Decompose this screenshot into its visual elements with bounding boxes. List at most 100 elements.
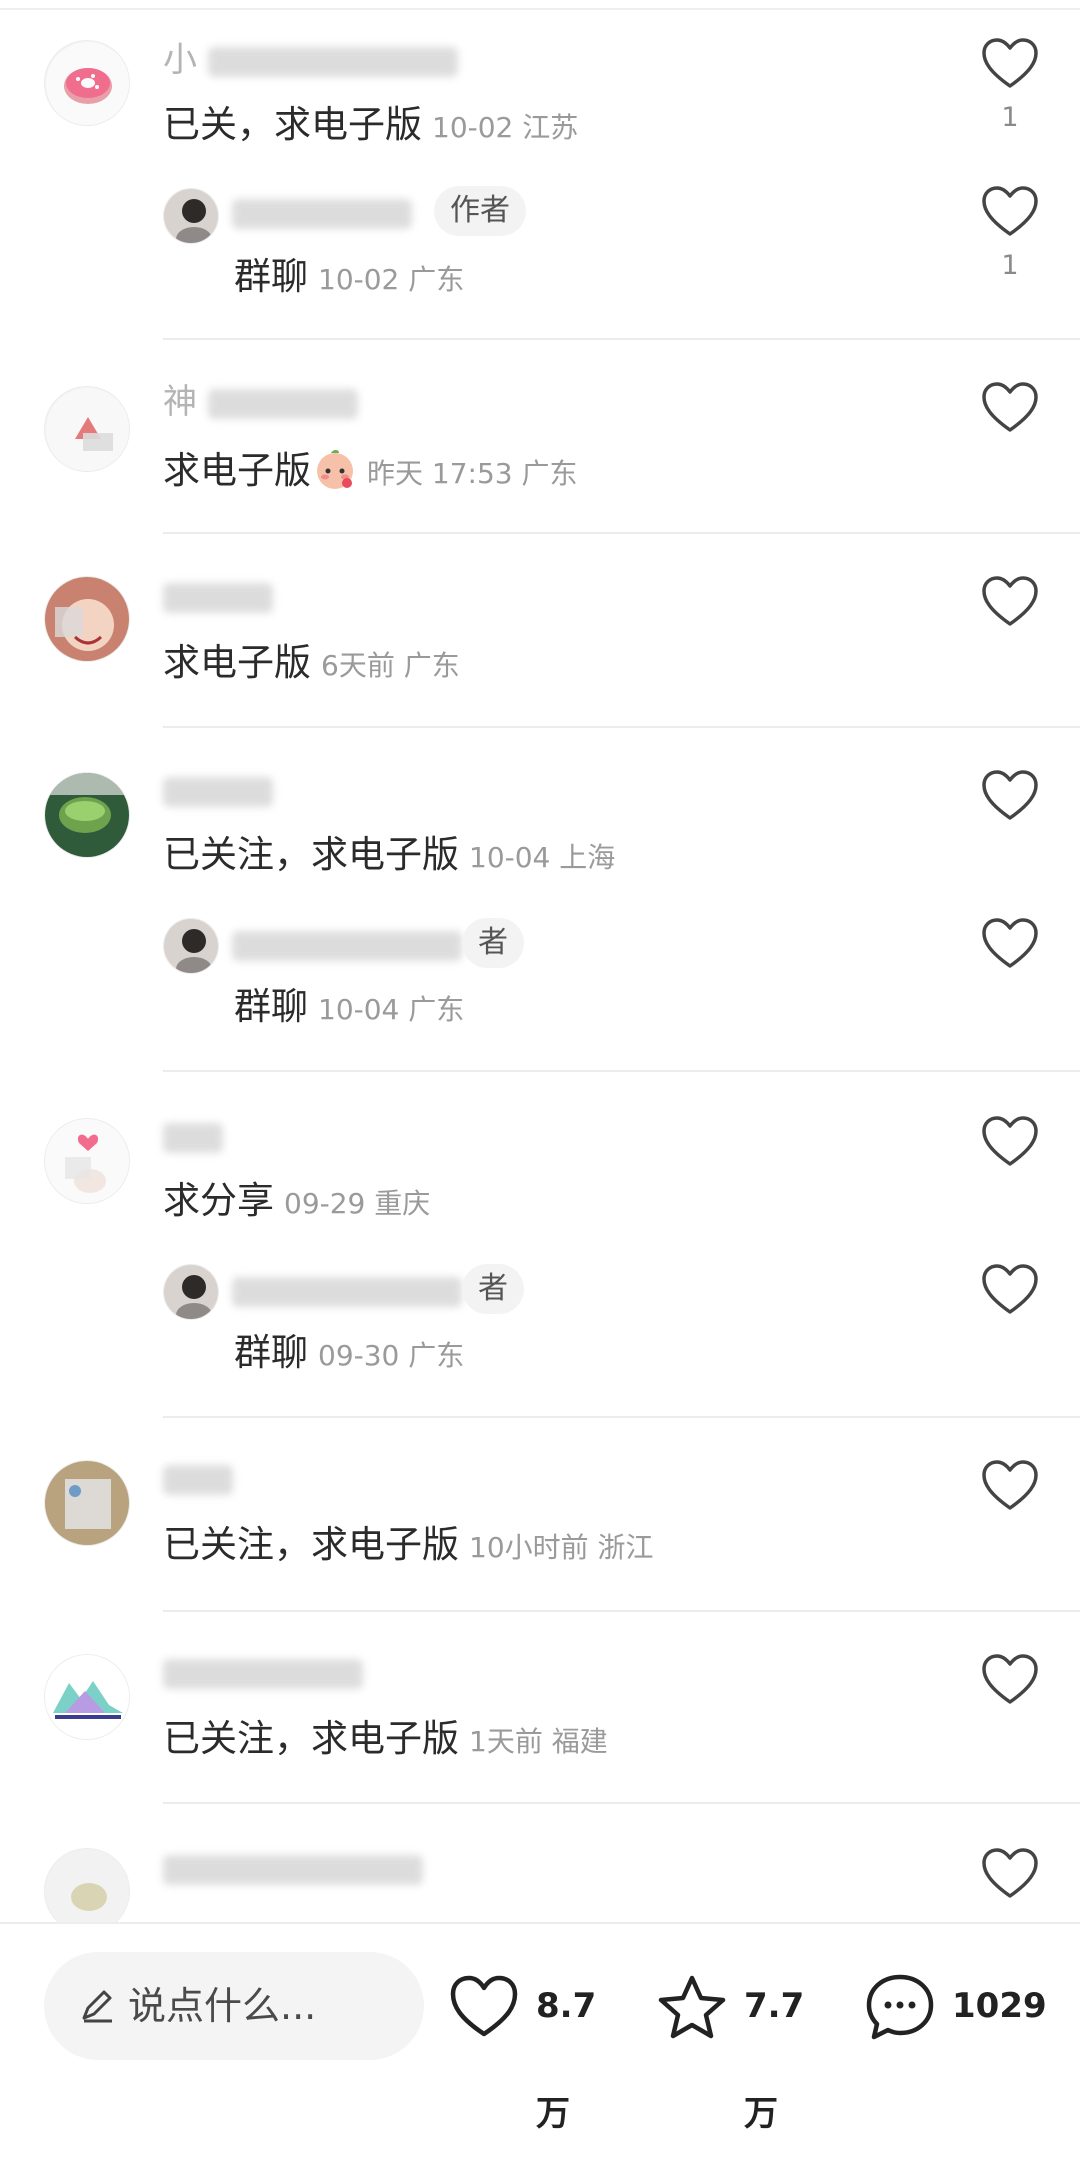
blurred-username	[207, 46, 458, 77]
avatar[interactable]	[44, 576, 130, 662]
username[interactable]	[163, 1456, 233, 1500]
comment-input[interactable]: 说点什么...	[44, 1952, 424, 2060]
username[interactable]	[163, 574, 273, 618]
avatar[interactable]	[44, 1654, 130, 1740]
reply-username[interactable]	[232, 190, 412, 234]
like-count: 8.7万	[536, 1986, 597, 2134]
username[interactable]	[163, 768, 273, 812]
comment-text[interactable]: 求电子版 6天前 广东	[163, 636, 460, 690]
comment-body: 已关注，求电子版	[163, 1717, 459, 1760]
comment-date: 10-04	[318, 993, 400, 1026]
heart-icon[interactable]	[980, 916, 1040, 972]
tea-avatar-icon	[45, 773, 129, 857]
avatar[interactable]	[44, 386, 130, 472]
logo-avatar-icon	[45, 1655, 129, 1739]
reply-username[interactable]	[232, 1268, 462, 1312]
comment-body: 求电子版	[163, 641, 311, 684]
heart-icon[interactable]	[980, 768, 1040, 824]
anime-avatar-icon	[45, 577, 129, 661]
heart-icon[interactable]	[980, 1262, 1040, 1318]
divider	[163, 726, 1080, 728]
blurred-username	[163, 776, 273, 807]
heart-icon[interactable]	[980, 184, 1040, 240]
username-prefix: 神	[163, 382, 197, 422]
divider	[163, 1416, 1080, 1418]
username[interactable]: 小	[163, 38, 458, 82]
comment-location: 江苏	[522, 111, 579, 144]
blurred-username	[232, 1276, 462, 1307]
username[interactable]	[163, 1650, 363, 1694]
author-badge: 者	[462, 1264, 524, 1314]
comment-text[interactable]: 已关注，求电子版 10小时前 浙江	[163, 1518, 654, 1572]
blurred-username	[163, 1464, 233, 1495]
comment-location: 广东	[408, 263, 465, 296]
heart-icon	[450, 1975, 518, 2037]
reply-avatar[interactable]	[163, 1264, 219, 1320]
comment-body: 群聊	[234, 255, 308, 298]
favorite-count: 7.7万	[744, 1986, 805, 2134]
divider	[163, 1802, 1080, 1804]
reply-text[interactable]: 群聊 10-04 广东	[234, 980, 464, 1034]
comment-date: 10-04	[469, 841, 551, 874]
username[interactable]	[163, 1114, 223, 1158]
comment-text[interactable]: 求电子版 昨天 17:53 广东	[163, 444, 578, 498]
reply-avatar[interactable]	[163, 188, 219, 244]
comment-text[interactable]: 已关，求电子版 10-02 江苏	[163, 98, 578, 152]
comment-bubble-icon	[866, 1974, 934, 2040]
heart-icon[interactable]	[980, 1458, 1040, 1514]
blurred-username	[232, 930, 462, 961]
avatar[interactable]	[44, 1118, 130, 1204]
blurred-username	[163, 582, 273, 613]
avatar[interactable]	[44, 772, 130, 858]
avatar[interactable]	[44, 40, 130, 126]
blurred-username	[232, 198, 412, 229]
star-icon	[658, 1975, 726, 2039]
reply-avatar[interactable]	[163, 918, 219, 974]
pencil-icon	[82, 1990, 112, 2023]
favorite-button[interactable]: 7.7万	[656, 1952, 836, 2134]
username[interactable]	[163, 1846, 423, 1890]
comment-location: 上海	[559, 841, 616, 874]
username[interactable]: 神	[163, 380, 358, 424]
comment-date: 6天前	[321, 649, 395, 682]
donut-avatar-icon	[46, 42, 129, 125]
author-badge: 者	[462, 918, 524, 968]
divider	[163, 1610, 1080, 1612]
reply-username[interactable]	[232, 922, 462, 966]
username-prefix: 小	[163, 40, 197, 80]
person-avatar-icon	[164, 1265, 218, 1319]
avatar[interactable]	[44, 1460, 130, 1546]
comment-location: 浙江	[597, 1531, 654, 1564]
blurred-username	[207, 388, 358, 419]
comment-location: 重庆	[374, 1187, 431, 1220]
person-avatar-icon	[164, 189, 218, 243]
comment-location: 福建	[551, 1725, 608, 1758]
comment-text[interactable]: 求分享 09-29 重庆	[163, 1174, 430, 1228]
watermelon-avatar-icon	[46, 388, 129, 471]
reply-text[interactable]: 群聊 09-30 广东	[234, 1326, 464, 1380]
author-badge: 作者	[434, 186, 526, 236]
bunny-avatar-icon	[45, 1119, 129, 1203]
top-divider	[0, 8, 1080, 10]
heart-icon[interactable]	[980, 1846, 1040, 1902]
heart-icon[interactable]	[980, 1652, 1040, 1708]
comment-text[interactable]: 已关注，求电子版 1天前 福建	[163, 1712, 608, 1766]
blush-sticker-icon	[317, 450, 353, 489]
heart-icon[interactable]	[980, 1114, 1040, 1170]
photo-avatar-icon	[45, 1461, 129, 1545]
heart-icon[interactable]	[980, 380, 1040, 436]
comment-date: 10-02	[318, 263, 400, 296]
comment-text[interactable]: 已关注，求电子版 10-04 上海	[163, 828, 615, 882]
comment-count: 1029	[952, 1986, 1047, 2026]
comment-date: 09-29	[284, 1187, 366, 1220]
like-count: 1	[1001, 102, 1019, 133]
heart-icon[interactable]	[980, 36, 1040, 92]
blurred-username	[163, 1854, 423, 1885]
reply-text[interactable]: 群聊 10-02 广东	[234, 250, 464, 304]
comment-button[interactable]: 1029	[864, 1952, 1054, 2060]
comment-date: 昨天 17:53	[367, 457, 513, 490]
heart-icon[interactable]	[980, 574, 1040, 630]
like-button[interactable]: 8.7万	[448, 1952, 628, 2134]
like-count: 1	[1001, 250, 1019, 281]
comment-body: 群聊	[234, 1331, 308, 1374]
